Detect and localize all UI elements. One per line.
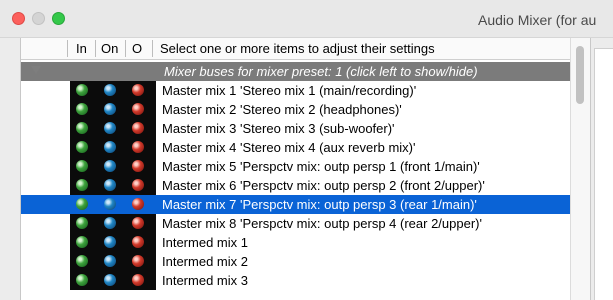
mixer-row-label: Master mix 7 'Perspctv mix: outp persp 3… — [162, 197, 477, 212]
on-lamp-icon[interactable] — [104, 236, 116, 248]
lamp-cell — [70, 252, 156, 271]
disclosure-triangle-icon[interactable] — [31, 66, 41, 74]
input-lamp-icon[interactable] — [76, 141, 88, 153]
column-separator — [95, 40, 96, 57]
output-lamp-icon[interactable] — [132, 84, 144, 96]
lamp-cell — [70, 157, 156, 176]
on-lamp-icon[interactable] — [104, 198, 116, 210]
mixer-bus-list[interactable]: In On O Select one or more items to adju… — [20, 38, 570, 300]
column-separator — [67, 40, 68, 57]
mixer-row-label: Master mix 3 'Stereo mix 3 (sub-woofer)' — [162, 121, 395, 136]
output-lamp-icon[interactable] — [132, 198, 144, 210]
mixer-row-label: Master mix 4 'Stereo mix 4 (aux reverb m… — [162, 140, 416, 155]
mixer-row[interactable]: Master mix 1 'Stereo mix 1 (main/recordi… — [21, 81, 570, 100]
mixer-row[interactable]: Master mix 2 'Stereo mix 2 (headphones)' — [21, 100, 570, 119]
output-lamp-icon[interactable] — [132, 122, 144, 134]
scrollbar-thumb[interactable] — [576, 46, 584, 104]
lamp-cell — [70, 119, 156, 138]
side-panel — [590, 38, 613, 300]
output-lamp-icon[interactable] — [132, 236, 144, 248]
mixer-row-label: Master mix 2 'Stereo mix 2 (headphones)' — [162, 102, 402, 117]
on-lamp-icon[interactable] — [104, 255, 116, 267]
mixer-row[interactable]: Intermed mix 3 — [21, 271, 570, 290]
input-lamp-icon[interactable] — [76, 160, 88, 172]
group-row-mixer-buses[interactable]: Mixer buses for mixer preset: 1 (click l… — [21, 62, 570, 81]
output-lamp-icon[interactable] — [132, 179, 144, 191]
group-row-label: Mixer buses for mixer preset: 1 (click l… — [164, 64, 478, 79]
column-separator — [152, 40, 153, 57]
mixer-row-label: Intermed mix 2 — [162, 254, 248, 269]
mixer-row[interactable]: Master mix 4 'Stereo mix 4 (aux reverb m… — [21, 138, 570, 157]
lamp-cell — [70, 176, 156, 195]
mixer-row-label: Master mix 8 'Perspctv mix: outp persp 4… — [162, 216, 482, 231]
mixer-row-label: Master mix 5 'Perspctv mix: outp persp 1… — [162, 159, 480, 174]
lamp-cell — [70, 138, 156, 157]
mixer-row[interactable]: Master mix 5 'Perspctv mix: outp persp 1… — [21, 157, 570, 176]
input-lamp-icon[interactable] — [76, 236, 88, 248]
column-header-on[interactable]: On — [101, 41, 118, 56]
mixer-row[interactable]: Master mix 3 'Stereo mix 3 (sub-woofer)' — [21, 119, 570, 138]
input-lamp-icon[interactable] — [76, 84, 88, 96]
minimize-window-button[interactable] — [32, 12, 45, 25]
column-separator — [125, 40, 126, 57]
mixer-row[interactable]: Master mix 8 'Perspctv mix: outp persp 4… — [21, 214, 570, 233]
side-panel-content — [594, 48, 613, 300]
output-lamp-icon[interactable] — [132, 141, 144, 153]
window-title: Audio Mixer (for au — [478, 12, 597, 28]
input-lamp-icon[interactable] — [76, 255, 88, 267]
close-window-button[interactable] — [12, 12, 25, 25]
zoom-window-button[interactable] — [52, 12, 65, 25]
mixer-row-label: Master mix 6 'Perspctv mix: outp persp 2… — [162, 178, 485, 193]
mixer-row[interactable]: Intermed mix 2 — [21, 252, 570, 271]
mixer-row-label: Intermed mix 3 — [162, 273, 248, 288]
lamp-cell — [70, 100, 156, 119]
output-lamp-icon[interactable] — [132, 274, 144, 286]
column-header-in[interactable]: In — [76, 41, 87, 56]
output-lamp-icon[interactable] — [132, 255, 144, 267]
on-lamp-icon[interactable] — [104, 141, 116, 153]
list-header: In On O Select one or more items to adju… — [21, 38, 570, 60]
lamp-cell — [70, 233, 156, 252]
mixer-row-label: Intermed mix 1 — [162, 235, 248, 250]
on-lamp-icon[interactable] — [104, 160, 116, 172]
list-scrollbar[interactable] — [570, 38, 590, 300]
on-lamp-icon[interactable] — [104, 84, 116, 96]
input-lamp-icon[interactable] — [76, 103, 88, 115]
list-instruction: Select one or more items to adjust their… — [160, 41, 435, 56]
mixer-row[interactable]: Master mix 6 'Perspctv mix: outp persp 2… — [21, 176, 570, 195]
on-lamp-icon[interactable] — [104, 217, 116, 229]
on-lamp-icon[interactable] — [104, 274, 116, 286]
lamp-cell — [70, 81, 156, 100]
on-lamp-icon[interactable] — [104, 122, 116, 134]
column-header-o[interactable]: O — [132, 41, 142, 56]
mixer-row-label: Master mix 1 'Stereo mix 1 (main/recordi… — [162, 83, 417, 98]
window-titlebar: Audio Mixer (for au — [0, 0, 613, 38]
input-lamp-icon[interactable] — [76, 198, 88, 210]
lamp-cell — [70, 195, 156, 214]
input-lamp-icon[interactable] — [76, 274, 88, 286]
input-lamp-icon[interactable] — [76, 217, 88, 229]
mixer-row[interactable]: Master mix 7 'Perspctv mix: outp persp 3… — [21, 195, 570, 214]
on-lamp-icon[interactable] — [104, 103, 116, 115]
lamp-cell — [70, 214, 156, 233]
input-lamp-icon[interactable] — [76, 122, 88, 134]
output-lamp-icon[interactable] — [132, 160, 144, 172]
output-lamp-icon[interactable] — [132, 103, 144, 115]
on-lamp-icon[interactable] — [104, 179, 116, 191]
output-lamp-icon[interactable] — [132, 217, 144, 229]
mixer-row[interactable]: Intermed mix 1 — [21, 233, 570, 252]
lamp-cell — [70, 271, 156, 290]
input-lamp-icon[interactable] — [76, 179, 88, 191]
